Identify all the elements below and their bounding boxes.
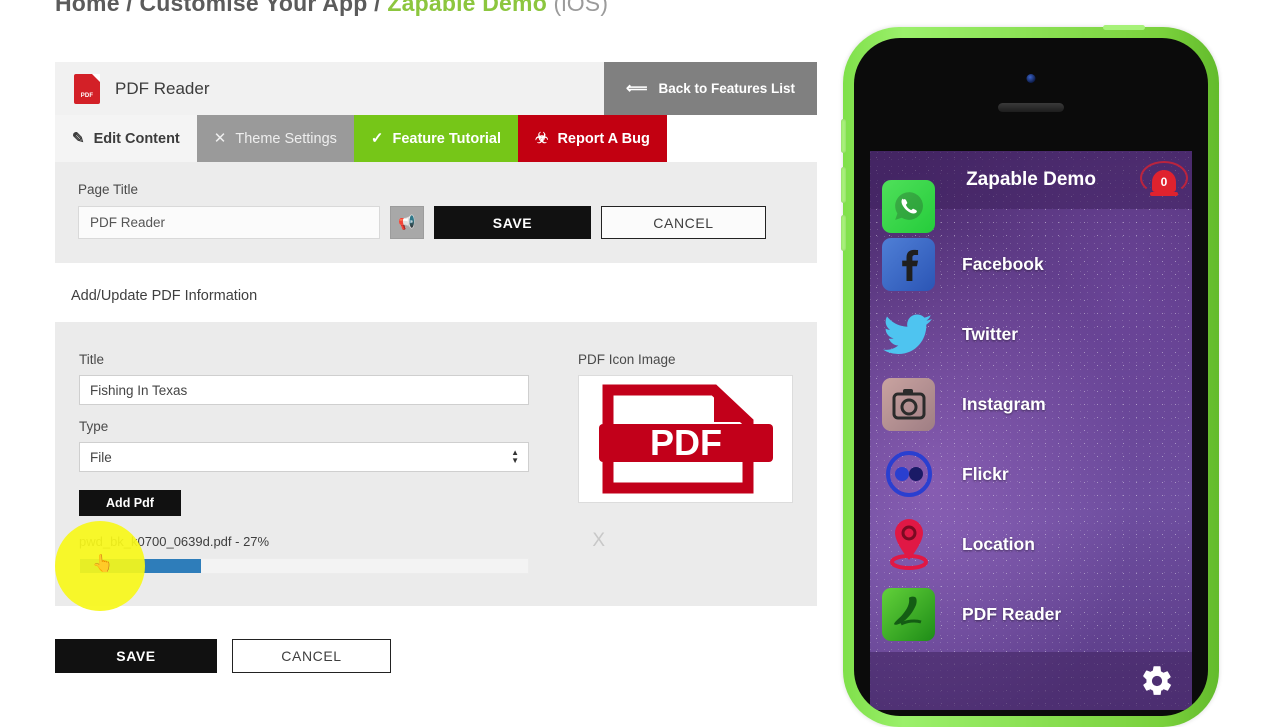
app-footer	[870, 652, 1192, 710]
menu-item-pdf-reader-label: PDF Reader	[962, 603, 1062, 624]
feature-header: PDF PDF Reader ⟸ Back to Features List	[55, 62, 817, 115]
megaphone-icon[interactable]: 📢	[390, 206, 424, 239]
pdf-info-panel: Title Type File ▲▼ Add Pdf pwd_bk_k0700_…	[55, 322, 817, 606]
menu-item-twitter[interactable]: Twitter	[870, 299, 1192, 369]
adobe-pdf-icon	[882, 587, 935, 641]
pdf-badge-text: PDF	[80, 92, 94, 99]
type-select-wrapper: File ▲ ▼	[79, 442, 529, 472]
back-to-features-list-button[interactable]: ⟸ Back to Features List	[603, 62, 817, 115]
app-preview-screen: Zapable Demo 0 Facebook Twitter Instagra…	[870, 151, 1192, 710]
save-button[interactable]: SAVE	[55, 639, 217, 673]
breadcrumb: Home / Customise Your App / Zapable Demo…	[55, 0, 608, 17]
feature-editor-panel: PDF PDF Reader ⟸ Back to Features List ✎…	[55, 62, 817, 673]
page-title-input[interactable]	[78, 206, 380, 239]
cancel-button[interactable]: CANCEL	[232, 639, 391, 673]
breadcrumb-prefix: Home / Customise Your App /	[55, 0, 381, 16]
pdf-icon-image-frame[interactable]: PDF	[578, 375, 793, 503]
menu-item-pdf-reader[interactable]: PDF Reader	[870, 579, 1192, 649]
instagram-icon	[882, 377, 935, 431]
bottom-actions: SAVE CANCEL	[55, 639, 817, 673]
page-title-section: Page Title 📢 SAVE CANCEL	[55, 162, 817, 263]
earpiece-speaker	[998, 103, 1064, 112]
bug-icon: ☣	[534, 130, 549, 147]
type-select-value: File	[90, 449, 112, 465]
menu-item-location-label: Location	[962, 533, 1035, 554]
twitter-icon	[882, 308, 935, 361]
pdf-file-icon: PDF	[74, 73, 100, 104]
pdf-icon-column: PDF Icon Image PDF	[578, 352, 793, 580]
tab-report-a-bug[interactable]: ☣ Report A Bug	[517, 115, 667, 162]
phone-power-button	[1103, 25, 1145, 30]
menu-item-instagram[interactable]: Instagram	[870, 369, 1192, 439]
page-title: PDF Reader	[115, 78, 210, 98]
page-title-row: 📢 SAVE CANCEL	[78, 206, 794, 239]
pdf-form-column: Title Type File ▲▼ Add Pdf pwd_bk_k0700_…	[79, 352, 605, 580]
tab-report-a-bug-label: Report A Bug	[557, 130, 650, 147]
phone-mute-switch	[841, 119, 846, 153]
front-camera-icon	[1026, 74, 1036, 83]
title-field-label: Title	[79, 352, 105, 367]
upload-progress-bar	[79, 558, 529, 574]
page-title-label: Page Title	[78, 182, 139, 197]
gear-icon[interactable]	[1140, 664, 1174, 698]
phone-volume-up-button	[841, 167, 846, 203]
page-title-save-button[interactable]: SAVE	[434, 206, 591, 239]
menu-item-facebook-label: Facebook	[962, 253, 1044, 274]
svg-text:PDF: PDF	[650, 422, 722, 463]
edit-pencil-icon: ✎	[72, 130, 85, 147]
menu-item-twitter-label: Twitter	[962, 323, 1019, 344]
tab-theme-settings-label: Theme Settings	[235, 130, 337, 147]
app-menu-list: Facebook Twitter Instagram Flickr Locati…	[870, 179, 1192, 649]
tab-edit-content-label: Edit Content	[93, 130, 180, 147]
whatsapp-icon	[882, 179, 935, 233]
breadcrumb-suffix: (iOS)	[553, 0, 609, 16]
menu-item-instagram-label: Instagram	[962, 393, 1046, 414]
phone-preview: Zapable Demo 0 Facebook Twitter Instagra…	[841, 25, 1219, 727]
tab-feature-tutorial[interactable]: ✓ Feature Tutorial	[353, 115, 518, 162]
tab-edit-content[interactable]: ✎ Edit Content	[55, 115, 197, 162]
close-x-icon: ✕	[213, 130, 227, 147]
type-select[interactable]: File	[79, 442, 529, 472]
phone-volume-down-button	[841, 215, 846, 251]
flickr-icon	[882, 448, 935, 501]
check-circle-icon: ✓	[370, 130, 384, 147]
menu-item-whatsapp[interactable]	[870, 179, 1192, 233]
upload-file-row: pwd_bk_k0700_0639d.pdf - 27% X	[79, 530, 605, 574]
tab-feature-tutorial-label: Feature Tutorial	[392, 130, 501, 147]
breadcrumb-app-name: Zapable Demo	[387, 0, 547, 16]
back-button-label: Back to Features List	[658, 81, 795, 96]
title-input[interactable]	[79, 375, 529, 405]
feature-tabs: ✎ Edit Content ✕ Theme Settings ✓ Featur…	[55, 115, 817, 162]
facebook-icon	[882, 237, 935, 291]
upload-progress-fill	[80, 559, 201, 573]
pdf-icon-image-label: PDF Icon Image	[578, 352, 676, 367]
menu-item-flickr-label: Flickr	[962, 463, 1009, 484]
menu-item-flickr[interactable]: Flickr	[870, 439, 1192, 509]
remove-file-button[interactable]: X	[592, 530, 605, 552]
back-arrow-icon: ⟸	[625, 80, 648, 97]
tab-theme-settings[interactable]: ✕ Theme Settings	[196, 115, 354, 162]
page-title-cancel-button[interactable]: CANCEL	[601, 206, 766, 239]
add-pdf-button[interactable]: Add Pdf	[79, 490, 181, 516]
pdf-section-heading: Add/Update PDF Information	[71, 288, 258, 304]
menu-item-facebook[interactable]: Facebook	[870, 229, 1192, 299]
menu-item-location[interactable]: Location	[870, 509, 1192, 579]
pdf-document-icon: PDF	[598, 384, 773, 494]
type-field-label: Type	[79, 419, 109, 434]
upload-file-name: pwd_bk_k0700_0639d.pdf - 27%	[79, 534, 270, 549]
location-pin-icon	[882, 518, 935, 571]
phone-screen-area: Zapable Demo 0 Facebook Twitter Instagra…	[854, 38, 1208, 716]
